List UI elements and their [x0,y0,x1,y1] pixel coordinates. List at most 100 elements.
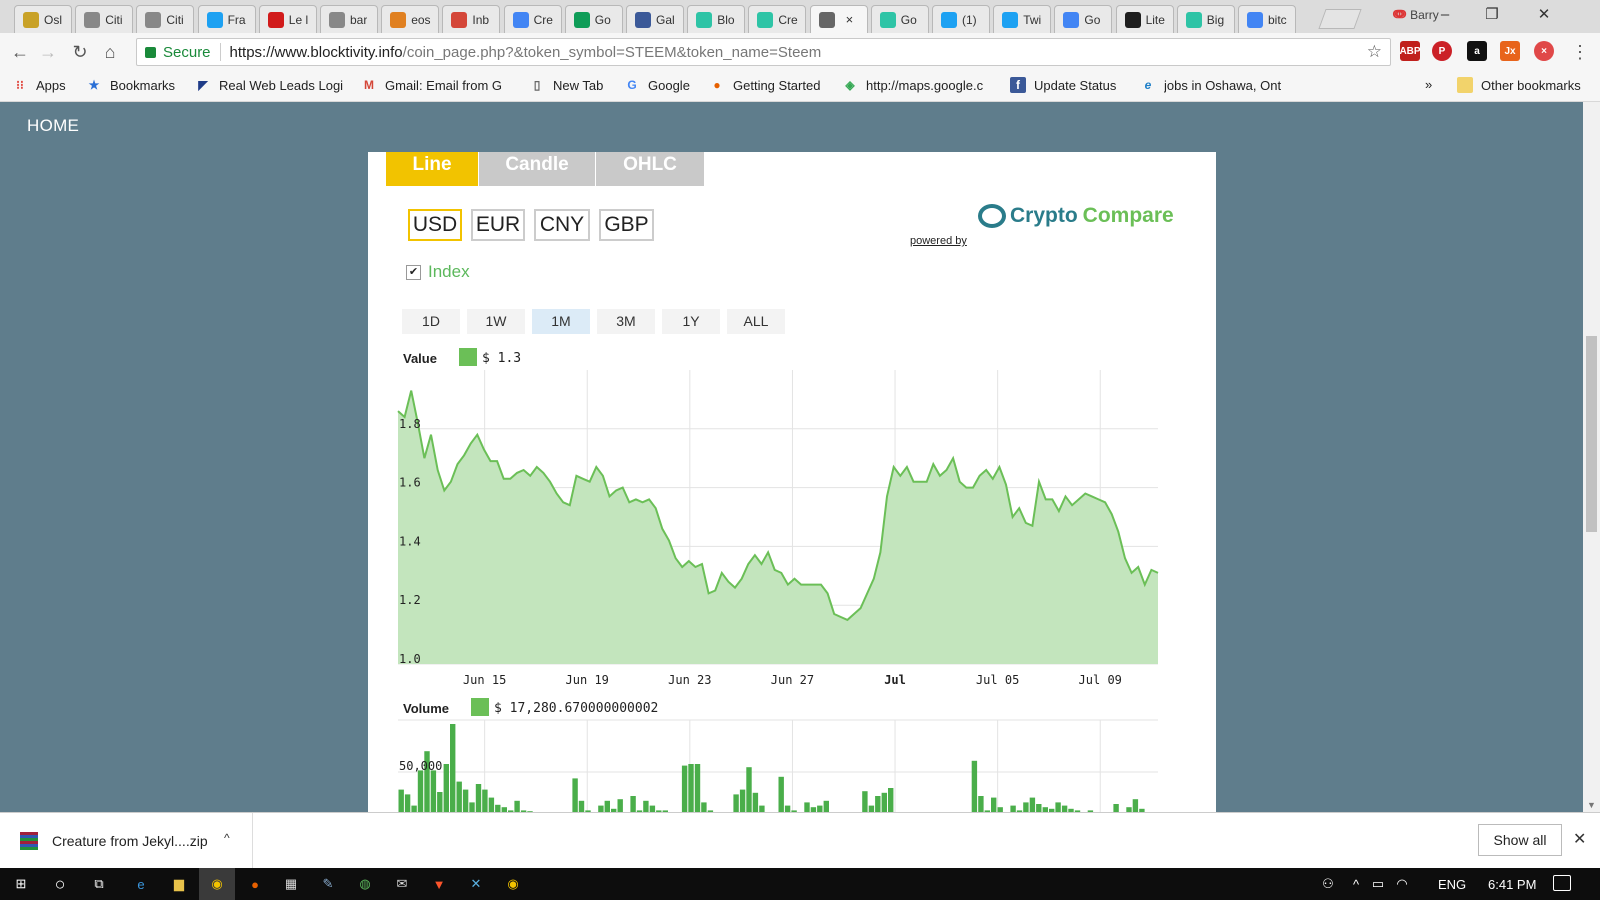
file-explorer-icon[interactable]: ▆ [169,874,189,894]
bookmark-jobs[interactable]: e jobs in Oshawa, Ont [1140,77,1281,93]
browser-tab[interactable]: Osl [14,5,72,33]
edge-icon[interactable]: e [131,874,151,894]
index-checkbox[interactable]: ✔ [406,265,421,280]
tab-line[interactable]: Line [386,152,478,186]
reload-icon[interactable]: ↻ [68,40,92,64]
language-indicator[interactable]: ENG [1438,877,1466,892]
download-item[interactable]: Creature from Jekyl....zip [0,813,253,868]
browser-tab[interactable]: bitc [1238,5,1296,33]
people-icon[interactable]: ⚇ [1318,874,1338,894]
volume-chart[interactable]: 50,000 [368,716,1216,812]
calculator-icon[interactable]: ▦ [281,874,301,894]
range-1m-button[interactable]: 1M [532,309,590,334]
currency-usd-button[interactable]: USD [408,209,462,241]
browser-tab[interactable]: Gal [626,5,684,33]
browser-tab[interactable]: Big [1176,5,1235,33]
chrome-canary-icon[interactable]: ◉ [503,874,523,894]
bookmark-google[interactable]: G Google [624,77,690,93]
wifi-icon[interactable]: ◠ [1392,874,1412,894]
browser-tab[interactable]: Le l [258,5,317,33]
extension-x-icon[interactable]: × [1534,41,1554,61]
pinterest-icon[interactable]: P [1432,41,1452,61]
address-bar[interactable]: Secure https://www.blocktivity.info/coin… [136,38,1391,66]
app-x-icon[interactable]: ✕ [466,874,486,894]
bookmark-apps[interactable]: ⁝⁝ Apps [12,77,65,93]
windows-start-icon[interactable]: ⊞ [11,874,31,894]
mail-icon[interactable]: ✉ [392,874,412,894]
browser-tab[interactable]: Cre [748,5,807,33]
browser-tab[interactable]: Go [1054,5,1113,33]
tab-ohlc[interactable]: OHLC [596,152,704,186]
browser-tab[interactable]: eos [381,5,440,33]
range-3m-button[interactable]: 3M [597,309,655,334]
page-scrollbar[interactable]: ▼ [1583,102,1600,812]
scroll-down-arrow-icon[interactable]: ▼ [1586,800,1597,810]
forward-icon[interactable]: → [36,40,60,64]
currency-eur-button[interactable]: EUR [471,209,525,241]
firefox-taskbar-icon[interactable]: ● [245,874,265,894]
currency-cny-button[interactable]: CNY [534,209,590,241]
tab-candle[interactable]: Candle [479,152,595,186]
browser-tab[interactable]: Twi [993,5,1052,33]
browser-tab[interactable]: Citi [136,5,195,33]
scrollbar-thumb[interactable] [1586,336,1597,532]
adblock-icon[interactable]: ABP [1399,41,1421,61]
chrome-taskbar-icon[interactable]: ◉ [199,868,235,900]
bookmark-real-web-leads[interactable]: ◤ Real Web Leads Logi [195,77,343,93]
browser-tab[interactable]: Go [564,5,623,33]
cortana-icon[interactable]: ○ [50,874,70,894]
download-chevron-up-icon[interactable]: ^ [224,831,230,845]
range-1y-button[interactable]: 1Y [662,309,720,334]
home-icon[interactable]: ⌂ [98,40,122,64]
bookmark-bookmarks[interactable]: ★ Bookmarks [86,77,175,93]
bookmark-update-status[interactable]: f Update Status [1010,77,1116,93]
profile-button[interactable]: ↈ Barry [1393,7,1439,22]
powered-by-link[interactable]: powered by [910,235,967,247]
browser-tab[interactable]: bar [320,5,378,33]
browser-tab[interactable]: (1) [932,5,990,33]
brave-icon[interactable]: ▼ [429,874,449,894]
index-label[interactable]: Index [428,262,470,282]
browser-tab[interactable]: Cre [503,5,562,33]
menu-icon[interactable]: ⋮ [1568,40,1592,64]
currency-gbp-button[interactable]: GBP [599,209,654,241]
close-window-icon[interactable]: ✕ [1532,4,1556,26]
restore-icon[interactable]: ❐ [1480,4,1504,26]
bookmark-maps[interactable]: ◈ http://maps.google.c [842,77,983,93]
close-tab-icon[interactable]: × [846,12,854,27]
browser-tab[interactable]: Fra [197,5,256,33]
bookmark-gmail[interactable]: M Gmail: Email from G [361,77,502,93]
browser-tab[interactable]: Blo [687,5,746,33]
bookmark-new-tab[interactable]: ▯ New Tab [529,77,604,93]
task-view-icon[interactable]: ⧉ [89,874,109,894]
jx-icon[interactable]: Jx [1500,41,1520,61]
browser-tab[interactable]: Citi [75,5,134,33]
range-all-button[interactable]: ALL [727,309,785,334]
range-1d-button[interactable]: 1D [402,309,460,334]
home-link[interactable]: HOME [27,116,79,136]
minimize-icon[interactable]: – [1433,4,1457,26]
price-chart[interactable]: 1.0 1.2 1.4 1.6 1.8 Jun 15 Jun 19 Jun 23 Jun 27 J… [368,366,1216,706]
back-icon[interactable]: ← [8,40,32,64]
network-app-icon[interactable]: ◍ [355,874,375,894]
range-1w-button[interactable]: 1W [467,309,525,334]
browser-tab[interactable]: Lite [1115,5,1174,33]
bookmarks-overflow-button[interactable]: » [1425,77,1432,92]
cryptocompare-logo[interactable]: Crypto Compare [978,204,1174,228]
bookmark-star-icon[interactable]: ☆ [1367,42,1382,62]
paint-icon[interactable]: ✎ [318,874,338,894]
other-bookmarks[interactable]: Other bookmarks [1457,77,1581,93]
bookmark-getting-started[interactable]: ● Getting Started [709,77,820,93]
tray-chevron-up-icon[interactable]: ^ [1346,874,1366,894]
browser-tab[interactable]: Inb [442,5,501,33]
battery-icon[interactable]: ▭ [1368,874,1388,894]
amazon-icon[interactable]: a [1467,41,1487,61]
browser-tab[interactable]: × [809,5,868,33]
download-filename: Creature from Jekyl....zip [52,832,208,849]
show-all-button[interactable]: Show all [1478,824,1562,856]
close-download-bar-icon[interactable]: ✕ [1573,829,1586,849]
new-tab-button[interactable] [1318,9,1362,29]
browser-tab[interactable]: Go [870,5,929,33]
action-center-icon[interactable] [1553,875,1571,891]
clock[interactable]: 6:41 PM [1488,877,1536,892]
